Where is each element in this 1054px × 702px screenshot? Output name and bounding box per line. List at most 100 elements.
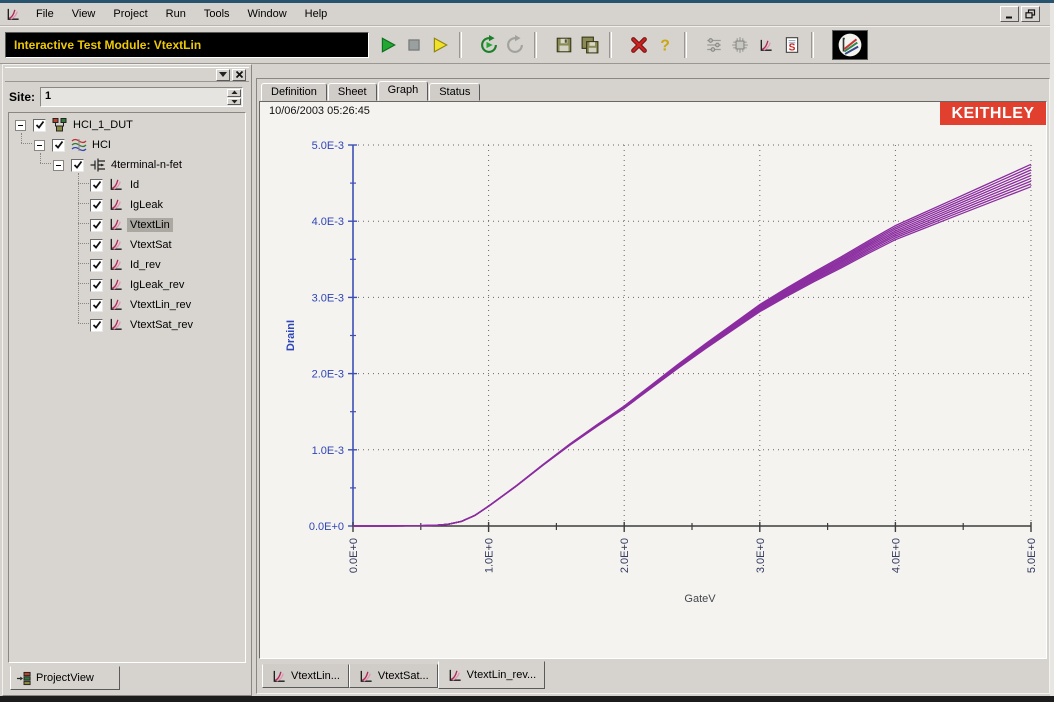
mini-graph-icon bbox=[108, 257, 124, 273]
run-loop-icon bbox=[479, 35, 499, 55]
tree-item-4terminal-n-fet[interactable]: 4terminal-n-fet bbox=[9, 155, 245, 175]
run-cycle-disabled-button[interactable] bbox=[502, 32, 528, 58]
sheet-tab-VtextLin[interactable]: VtextLin... bbox=[262, 664, 349, 688]
tree-item-VtextSat_rev[interactable]: VtextSat_rev bbox=[9, 315, 245, 335]
site-value: 1 bbox=[45, 90, 51, 102]
toolbar: Interactive Test Module: VtextLin ? S bbox=[0, 26, 1050, 64]
checkbox[interactable] bbox=[71, 159, 84, 172]
tree-item-IgLeak_rev[interactable]: IgLeak_rev bbox=[9, 275, 245, 295]
menu-run[interactable]: Run bbox=[157, 4, 195, 24]
toolbar-group: ? bbox=[626, 32, 678, 58]
graph-settings-button[interactable] bbox=[753, 32, 779, 58]
menu-project[interactable]: Project bbox=[104, 4, 156, 24]
tree-item-VtextLin_rev[interactable]: VtextLin_rev bbox=[9, 295, 245, 315]
instrument-button[interactable] bbox=[727, 32, 753, 58]
stop-icon bbox=[405, 36, 423, 54]
checkbox[interactable] bbox=[90, 259, 103, 272]
help-button[interactable]: ? bbox=[652, 32, 678, 58]
kite-graph-button[interactable] bbox=[832, 30, 868, 60]
checkbox[interactable] bbox=[90, 199, 103, 212]
tree-item-VtextSat[interactable]: VtextSat bbox=[9, 235, 245, 255]
checkbox[interactable] bbox=[90, 319, 103, 332]
expand-toggle[interactable] bbox=[53, 160, 64, 171]
sheet-tab-label: VtextSat... bbox=[378, 670, 429, 682]
tab-sheet[interactable]: Sheet bbox=[328, 83, 377, 101]
window-right-edge bbox=[1050, 3, 1054, 696]
project-tree: HCI_1_DUT HCI 4terminal-n-fet Id IgLeak Vt… bbox=[8, 112, 246, 663]
mini-graph-icon bbox=[108, 177, 124, 193]
menu-window[interactable]: Window bbox=[239, 4, 296, 24]
mini-graph-icon bbox=[108, 317, 124, 333]
menu-tools[interactable]: Tools bbox=[195, 4, 239, 24]
tab-projectview[interactable]: ProjectView bbox=[10, 666, 120, 690]
graph-timestamp: 10/06/2003 05:26:45 bbox=[269, 105, 370, 117]
tab-status[interactable]: Status bbox=[429, 83, 480, 101]
x-tick-label: 3.0E+0 bbox=[755, 538, 767, 573]
tree-item-label: VtextSat_rev bbox=[127, 318, 196, 332]
tree-item-label: VtextSat bbox=[127, 238, 175, 252]
panel-header bbox=[5, 67, 249, 82]
help-icon: ? bbox=[656, 36, 674, 54]
checkbox[interactable] bbox=[90, 279, 103, 292]
projectview-tab-label: ProjectView bbox=[36, 672, 94, 684]
connections-button[interactable] bbox=[701, 32, 727, 58]
site-spin-up-button[interactable] bbox=[227, 89, 241, 97]
delete-icon bbox=[630, 36, 648, 54]
mini-graph-icon bbox=[358, 669, 374, 683]
stop-test-button[interactable] bbox=[401, 32, 427, 58]
save-all-icon bbox=[581, 36, 599, 54]
panel-menu-button[interactable] bbox=[216, 69, 230, 81]
sheet-button[interactable]: S bbox=[779, 32, 805, 58]
tree-item-label: VtextLin_rev bbox=[127, 298, 194, 312]
toolbar-separator bbox=[684, 32, 687, 58]
site-row: Site: 1 bbox=[9, 86, 243, 108]
save-all-button[interactable] bbox=[577, 32, 603, 58]
mini-graph-icon bbox=[108, 297, 124, 313]
tree-item-label: VtextLin bbox=[127, 218, 173, 232]
checkbox[interactable] bbox=[52, 139, 65, 152]
panel-close-button[interactable] bbox=[232, 69, 246, 81]
run-test-button[interactable] bbox=[375, 32, 401, 58]
mini-graph-icon bbox=[108, 197, 124, 213]
sheet-tab-VtextLin_rev[interactable]: VtextLin_rev... bbox=[438, 661, 546, 689]
tree-item-HCI_1_DUT[interactable]: HCI_1_DUT bbox=[9, 115, 245, 135]
tree-item-HCI[interactable]: HCI bbox=[9, 135, 245, 155]
checkbox[interactable] bbox=[90, 239, 103, 252]
tab-definition[interactable]: Definition bbox=[261, 83, 327, 101]
tree-item-label: HCI bbox=[89, 138, 114, 152]
tree-item-Id[interactable]: Id bbox=[9, 175, 245, 195]
x-tick-label: 5.0E+0 bbox=[1026, 538, 1038, 573]
checkbox[interactable] bbox=[33, 119, 46, 132]
append-run-button[interactable] bbox=[427, 32, 453, 58]
checkbox[interactable] bbox=[90, 219, 103, 232]
play-icon bbox=[379, 36, 397, 54]
app-graph-icon bbox=[3, 5, 23, 23]
x-tick-label: 4.0E+0 bbox=[890, 538, 902, 573]
sheet-tab-label: VtextLin_rev... bbox=[467, 669, 537, 681]
x-tick-label: 0.0E+0 bbox=[348, 538, 360, 573]
menu-file[interactable]: File bbox=[27, 4, 63, 24]
site-spin-down-button[interactable] bbox=[227, 98, 241, 106]
expand-toggle[interactable] bbox=[34, 140, 45, 151]
minimize-button[interactable] bbox=[1000, 6, 1019, 22]
delete-button[interactable] bbox=[626, 32, 652, 58]
expand-toggle[interactable] bbox=[15, 120, 26, 131]
checkbox[interactable] bbox=[90, 299, 103, 312]
checkbox[interactable] bbox=[90, 179, 103, 192]
toolbar-separator bbox=[609, 32, 612, 58]
tree-item-IgLeak[interactable]: IgLeak bbox=[9, 195, 245, 215]
site-spinner bbox=[227, 89, 241, 105]
toolbar-separator bbox=[811, 32, 814, 58]
save-button[interactable] bbox=[551, 32, 577, 58]
menu-view[interactable]: View bbox=[63, 4, 105, 24]
site-input[interactable]: 1 bbox=[40, 87, 243, 107]
play-outline-icon bbox=[431, 36, 449, 54]
restore-button[interactable] bbox=[1021, 6, 1040, 22]
sheet-tab-VtextSat[interactable]: VtextSat... bbox=[349, 664, 438, 688]
run-cycle-button[interactable] bbox=[476, 32, 502, 58]
tree-item-label: HCI_1_DUT bbox=[70, 118, 136, 132]
tree-item-VtextLin[interactable]: VtextLin bbox=[9, 215, 245, 235]
tree-item-Id_rev[interactable]: Id_rev bbox=[9, 255, 245, 275]
tab-graph[interactable]: Graph bbox=[378, 81, 429, 101]
menu-help[interactable]: Help bbox=[296, 4, 337, 24]
